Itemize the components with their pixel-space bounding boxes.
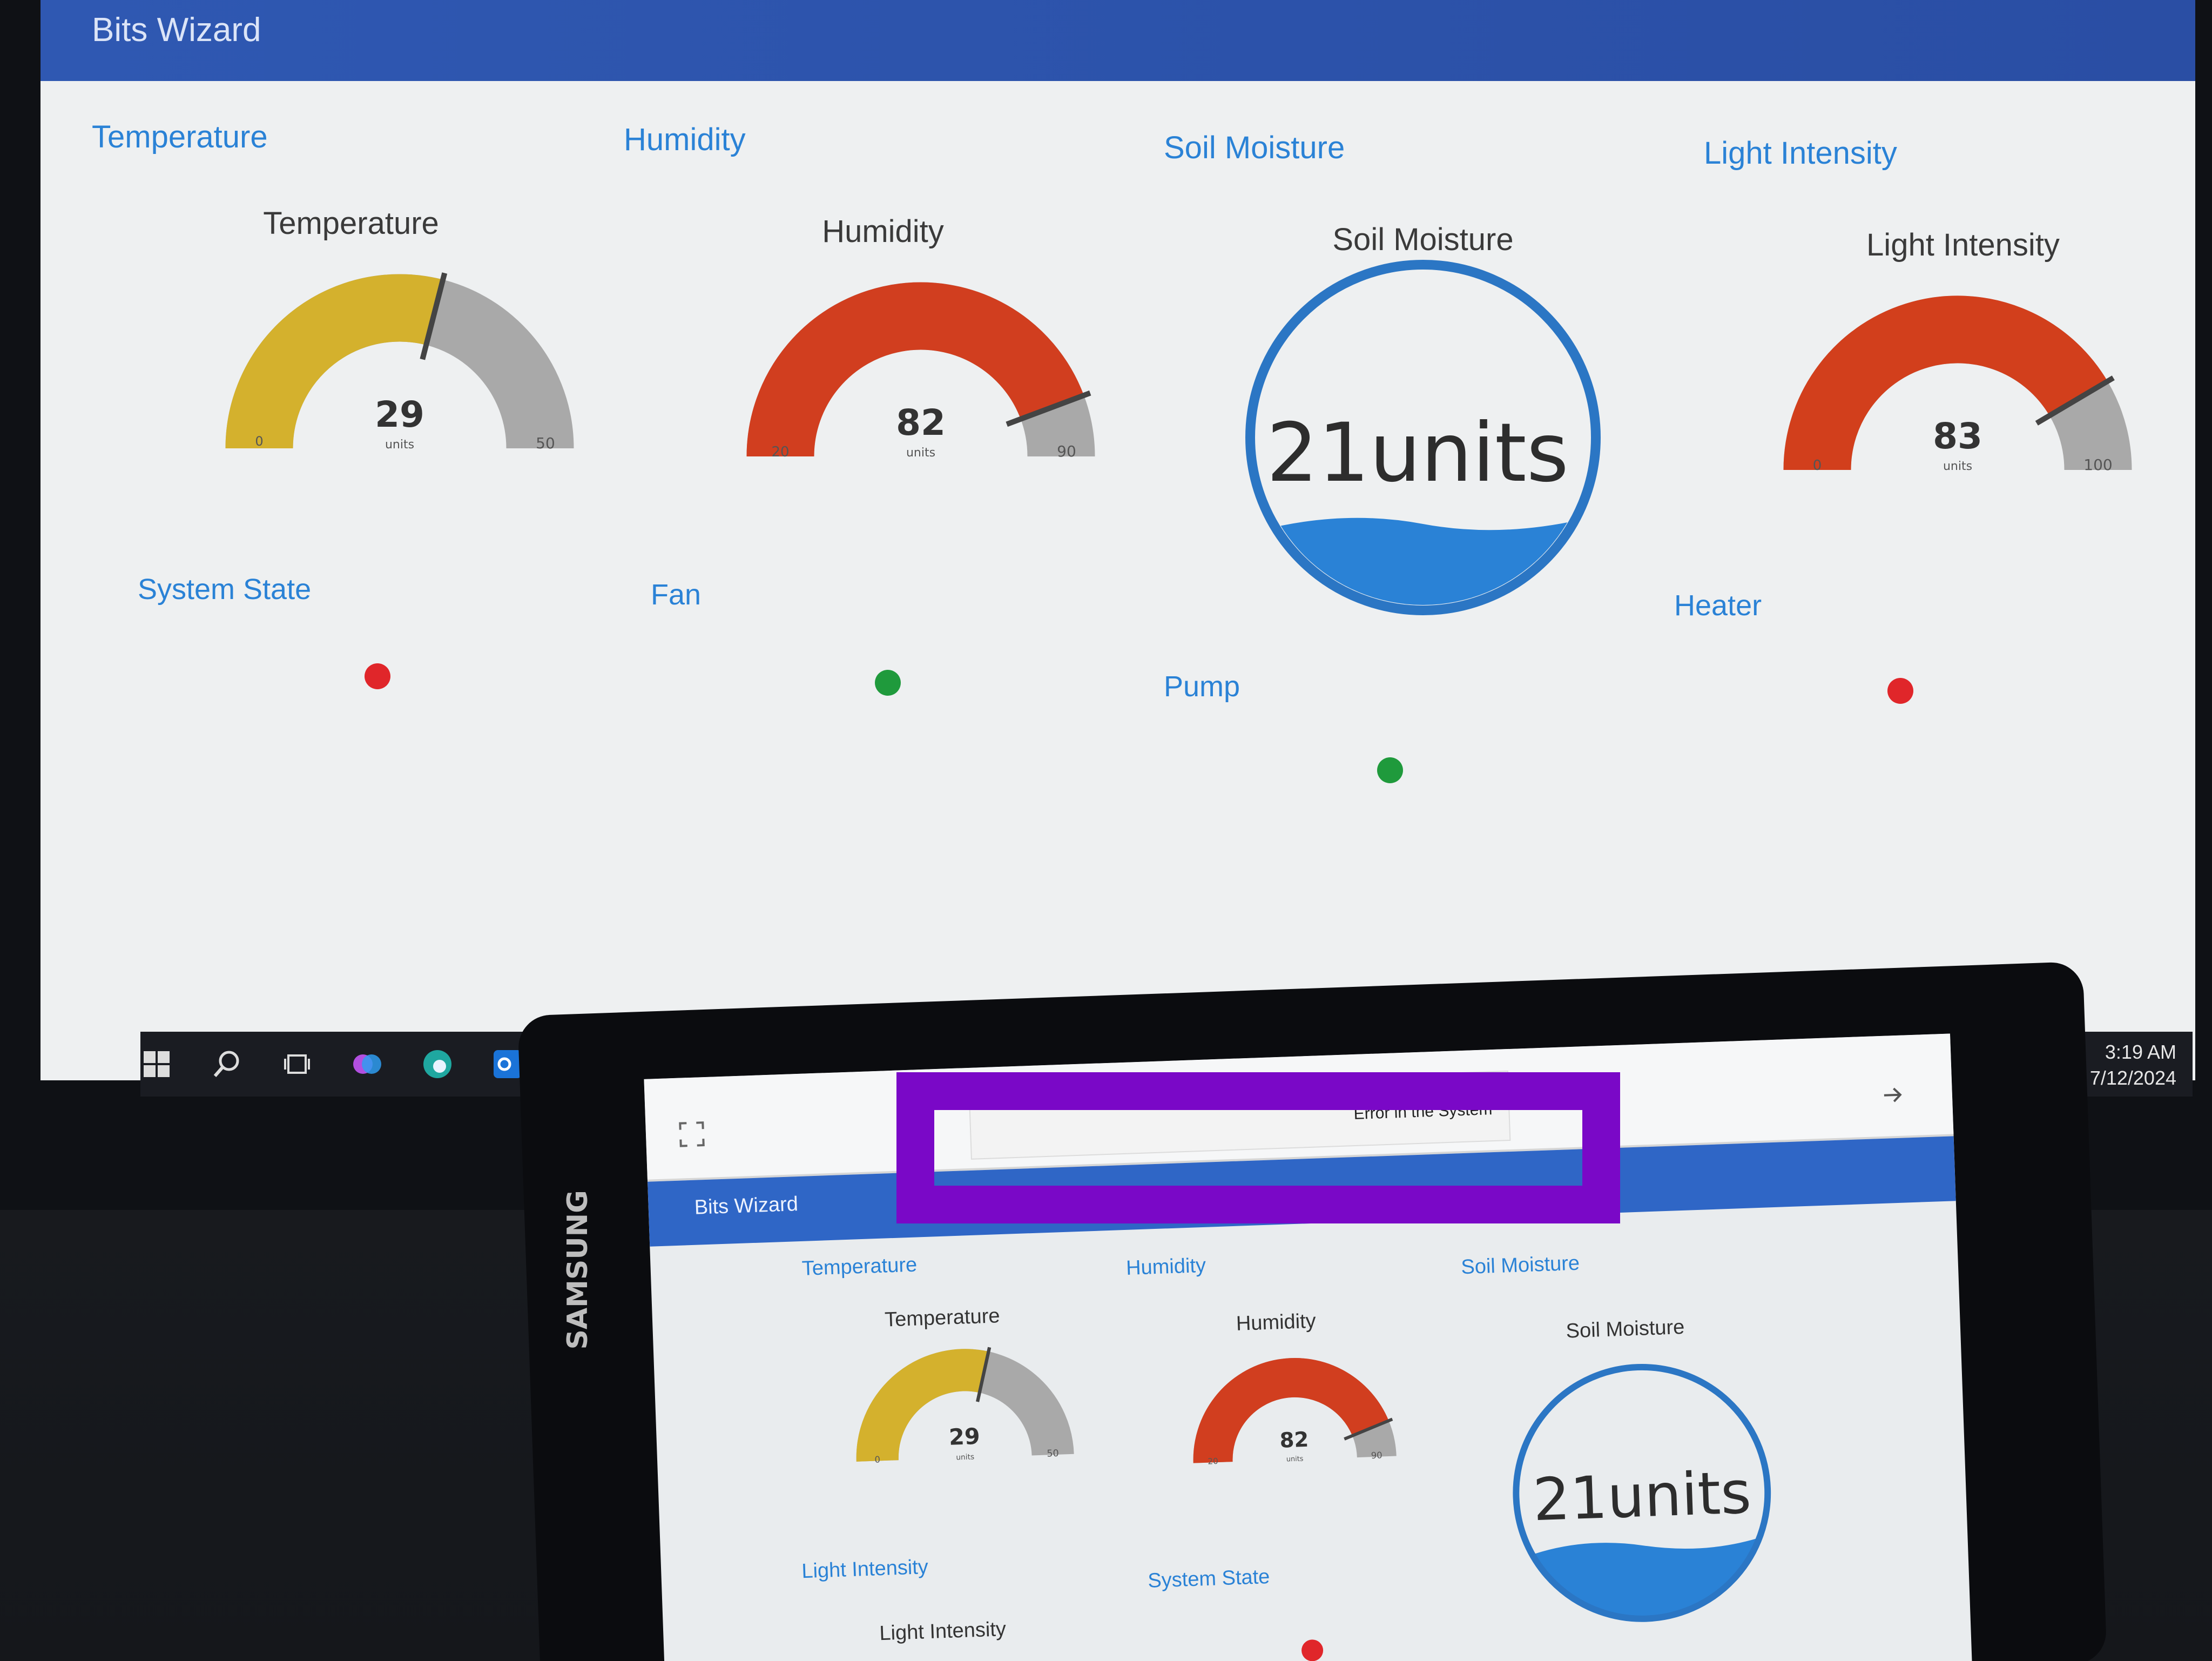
tablet-screen: Remote-RED Error in the System Bits Wiza… [644,1033,1973,1661]
tablet-gauge-label-light-intensity: Light Intensity [879,1618,1007,1645]
notification-source: Remote-RED [1427,1080,1492,1094]
gauge-value: 29 [375,394,424,435]
tablet-group-title-light-intensity: Light Intensity [801,1556,929,1583]
gauge-unit: units [385,438,414,452]
soil-moisture-tank: 21units [1245,260,1601,615]
gauge-max: 50 [536,434,555,452]
tablet-gauge-label-humidity: Humidity [1236,1309,1317,1335]
gauge-label: Light Intensity [1866,227,2060,263]
clock-time: 3:19 AM [2105,1041,2176,1063]
gauge-min: 0 [874,1454,880,1464]
gauge-label: Temperature [263,206,439,241]
tank-value: 21units [1532,1458,1752,1534]
tablet-device: SAMSUNG Remote-RED Error in the System B… [517,961,2107,1661]
group-title: Light Intensity [1704,136,1897,171]
led-title-heater: Heater [1674,589,1762,622]
fan-led [875,670,901,696]
led-title-system-state: System State [138,573,312,606]
tablet-app-title: Bits Wizard [694,1193,799,1219]
group-soil-moisture: Soil Moisture Soil Moisture 21units [1164,130,1682,670]
light-intensity-gauge: 83 units 0 100 [1783,295,2132,474]
gauge-value: 29 [948,1423,980,1450]
pump-led [1377,757,1403,783]
gauge-label: Soil Moisture [1332,222,1514,257]
tablet-group-title-temperature: Temperature [801,1253,918,1280]
led-title-fan: Fan [651,579,702,611]
tank-value: 21units [1266,406,1569,500]
group-title: Soil Moisture [1164,130,1345,165]
gauge-unit: units [956,1452,974,1462]
gauge-max: 90 [1057,442,1076,460]
app-title: Bits Wizard [92,11,261,49]
tablet-group-title-humidity: Humidity [1125,1254,1206,1280]
group-humidity: Humidity Humidity 82 units 20 90 [624,122,1142,662]
gauge-value: 82 [896,402,946,443]
tablet-gauge-label-soil-moisture: Soil Moisture [1566,1315,1685,1343]
gauge-max: 50 [1047,1448,1059,1460]
led-title-pump: Pump [1164,670,1240,703]
windows-icon[interactable] [140,1048,173,1080]
gauge-label: Humidity [822,214,944,249]
notification-text: Error in the System [1353,1100,1493,1124]
photo-scene: Bits Wizard Temperature Temperature 29 u… [0,0,2212,1661]
gauge-min: 20 [771,444,789,460]
system-clock[interactable]: 3:19 AM 7/12/2024 [2090,1039,2176,1091]
tablet-group-title-system-state: System State [1147,1565,1270,1592]
tablet-brand: SAMSUNG [561,1190,594,1350]
temperature-gauge: 29 units 0 50 [225,272,574,452]
group-title: Temperature [92,119,268,154]
error-notification[interactable]: Remote-RED Error in the System [968,1071,1511,1160]
system-state-led [365,663,390,689]
edge-icon[interactable] [421,1048,454,1080]
task-view-icon[interactable] [281,1048,313,1080]
tablet-humidity-gauge: 82 units 20 90 [1193,1357,1397,1467]
group-light-intensity: Light Intensity Light Intensity 83 units… [1704,135,2195,675]
group-title: Humidity [624,122,746,157]
gauge-max: 100 [2083,456,2112,474]
water-level [1256,513,1590,605]
tablet-gauge-label-temperature: Temperature [884,1304,1001,1332]
gauge-unit: units [1943,460,1972,473]
gauge-min: 20 [1208,1456,1218,1467]
gauge-min: 0 [255,434,263,449]
copilot-icon[interactable] [351,1048,383,1080]
search-icon[interactable] [211,1048,243,1080]
arrow-right-icon[interactable] [1881,1084,1904,1106]
gauge-unit: units [1286,1455,1304,1463]
clock-date: 7/12/2024 [2089,1067,2176,1089]
humidity-gauge: 82 units 20 90 [746,282,1095,460]
tablet-group-title-soil-moisture: Soil Moisture [1460,1252,1580,1279]
app-header: Bits Wizard [41,0,2195,81]
gauge-value: 83 [1933,415,1982,457]
gauge-unit: units [906,446,935,460]
tablet-system-state-led [1301,1639,1324,1661]
gauge-value: 82 [1279,1428,1309,1453]
gauge-max: 90 [1371,1450,1382,1461]
heater-led [1887,678,1913,704]
fullscreen-icon[interactable] [678,1120,706,1148]
dashboard-screen: Bits Wizard Temperature Temperature 29 u… [41,0,2195,1080]
tablet-temperature-gauge: 29 units 0 50 [856,1347,1074,1465]
gauge-min: 0 [1813,458,1822,474]
tablet-soil-moisture-tank: 21units [1513,1363,1771,1622]
